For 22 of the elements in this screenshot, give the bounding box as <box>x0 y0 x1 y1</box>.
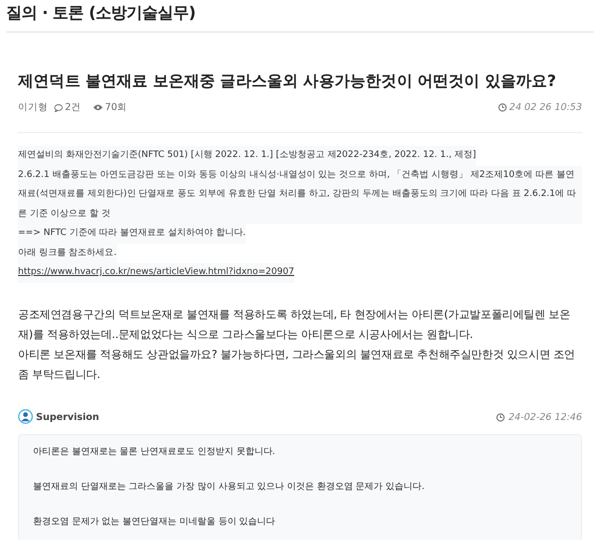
question-text: 공조제연겸용구간의 덕트보온재로 불연재를 적용하도록 하였는데, 타 현장에서는 아티론(가교발포폴리에틸렌 보온재)를 적용하였는데..문제없었다는 식으로 그라스울보다는 아티론으로 시공사에서는 원합니다. <box>18 306 572 342</box>
reply-author: Supervision <box>36 412 100 423</box>
post-title: 제연덕트 불연재료 보온재중 글라스울외 사용가능한것이 어떤것이 있을까요? <box>18 71 557 92</box>
reply-text: 환경오염 문제가 없는 불연단열재는 미네랄울 등이 있습니다 <box>33 516 276 528</box>
reply-text: 불연재료의 단열재로는 그라스울을 가장 많이 사용되고 있으나 이것은 환경오염 문제가 있습니다. <box>33 480 426 492</box>
author-name: 이기형 <box>18 101 48 114</box>
clock-icon <box>498 103 508 112</box>
reply-text: 아티론은 불연재로는 물론 난연재료로도 인정받지 못합니다. <box>33 446 276 458</box>
question-text: 아티론 보온재를 적용해도 상관없을까요? 불가능하다면, 그라스울외의 불연재료로 추천해주실만한것 있으시면 조언 좀 부탁드립니다. <box>18 346 576 382</box>
comment-icon <box>54 104 63 112</box>
clock-icon <box>496 413 506 422</box>
board-title: 질의 · 토론 (소방기술실무) <box>6 3 594 33</box>
post-date: 24 02 26 10:53 <box>509 102 582 113</box>
reply-date: 24-02-26 12:46 <box>508 412 582 423</box>
comment-count: 2건 <box>65 101 82 114</box>
quote-text: 아래 링크를 참조하세요. <box>18 244 117 263</box>
view-count: 70회 <box>105 101 128 114</box>
eye-icon <box>93 104 104 111</box>
user-avatar-icon <box>18 408 33 424</box>
quote-text: ==> NFTC 기준에 따라 불연재료로 설치하여야 합니다. <box>18 224 246 244</box>
quote-text: 2.6.2.1 배출풍도는 아연도금강판 또는 이와 동등 이상의 내식성·내열성이 있는 것으로 하며, 「건축법 시행령」 제2조제10호에 따른 불연재료(석면재료를 제외한다)인 단열재로 풍도 외부에 유효한 단열 처리를 하고, 강판의 두께는 배출풍도의 크기에 따라 다음 표 2.6.2.1에 따른 기준 이상으로 할 것 <box>18 166 582 224</box>
quote-text: 제연설비의 화재안전기술기준(NFTC 501) [시행 2022. 12. 1.] [소방청공고 제2022-234호, 2022. 12. 1., 제정] <box>18 146 476 166</box>
